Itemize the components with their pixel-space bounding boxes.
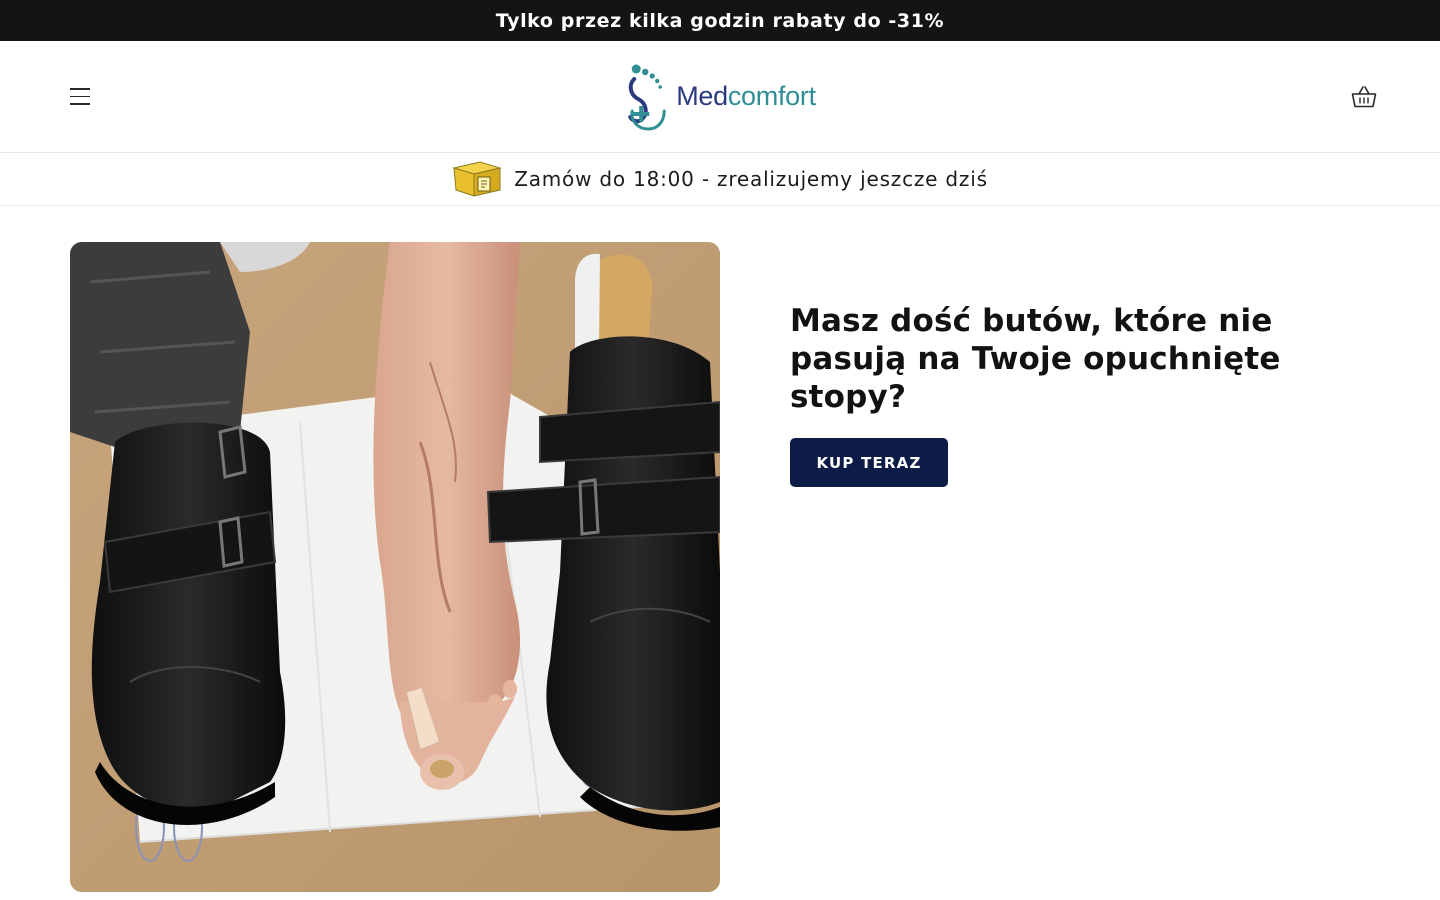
announcement-bar: Tylko przez kilka godzin rabaty do -31%: [0, 0, 1440, 41]
hero-content: Masz dość butów, które nie pasują na Two…: [790, 302, 1390, 487]
announcement-text: Tylko przez kilka godzin rabaty do -31%: [495, 9, 945, 32]
delivery-text: Zamów do 18:00 - zrealizujemy jeszcze dz…: [514, 167, 988, 191]
menu-button[interactable]: [62, 79, 98, 115]
delivery-info-bar: Zamów do 18:00 - zrealizujemy jeszcze dz…: [0, 153, 1440, 206]
hero-image-shoes: [70, 242, 720, 892]
logo-text: Medcomfort: [676, 81, 816, 111]
site-logo[interactable]: Medcomfort: [624, 63, 816, 131]
cart-button[interactable]: [1346, 79, 1382, 115]
basket-icon: [1351, 85, 1377, 107]
delivery-box-icon: [452, 161, 503, 197]
hero-section: Masz dość butów, które nie pasują na Two…: [0, 206, 1440, 900]
hamburger-menu-icon: [70, 88, 90, 90]
foot-cross-logo-icon: [628, 64, 666, 131]
site-header: Medcomfort: [0, 41, 1440, 153]
hero-title: Masz dość butów, które nie pasują na Two…: [790, 303, 1281, 415]
buy-now-button[interactable]: KUP TERAZ: [790, 438, 948, 487]
